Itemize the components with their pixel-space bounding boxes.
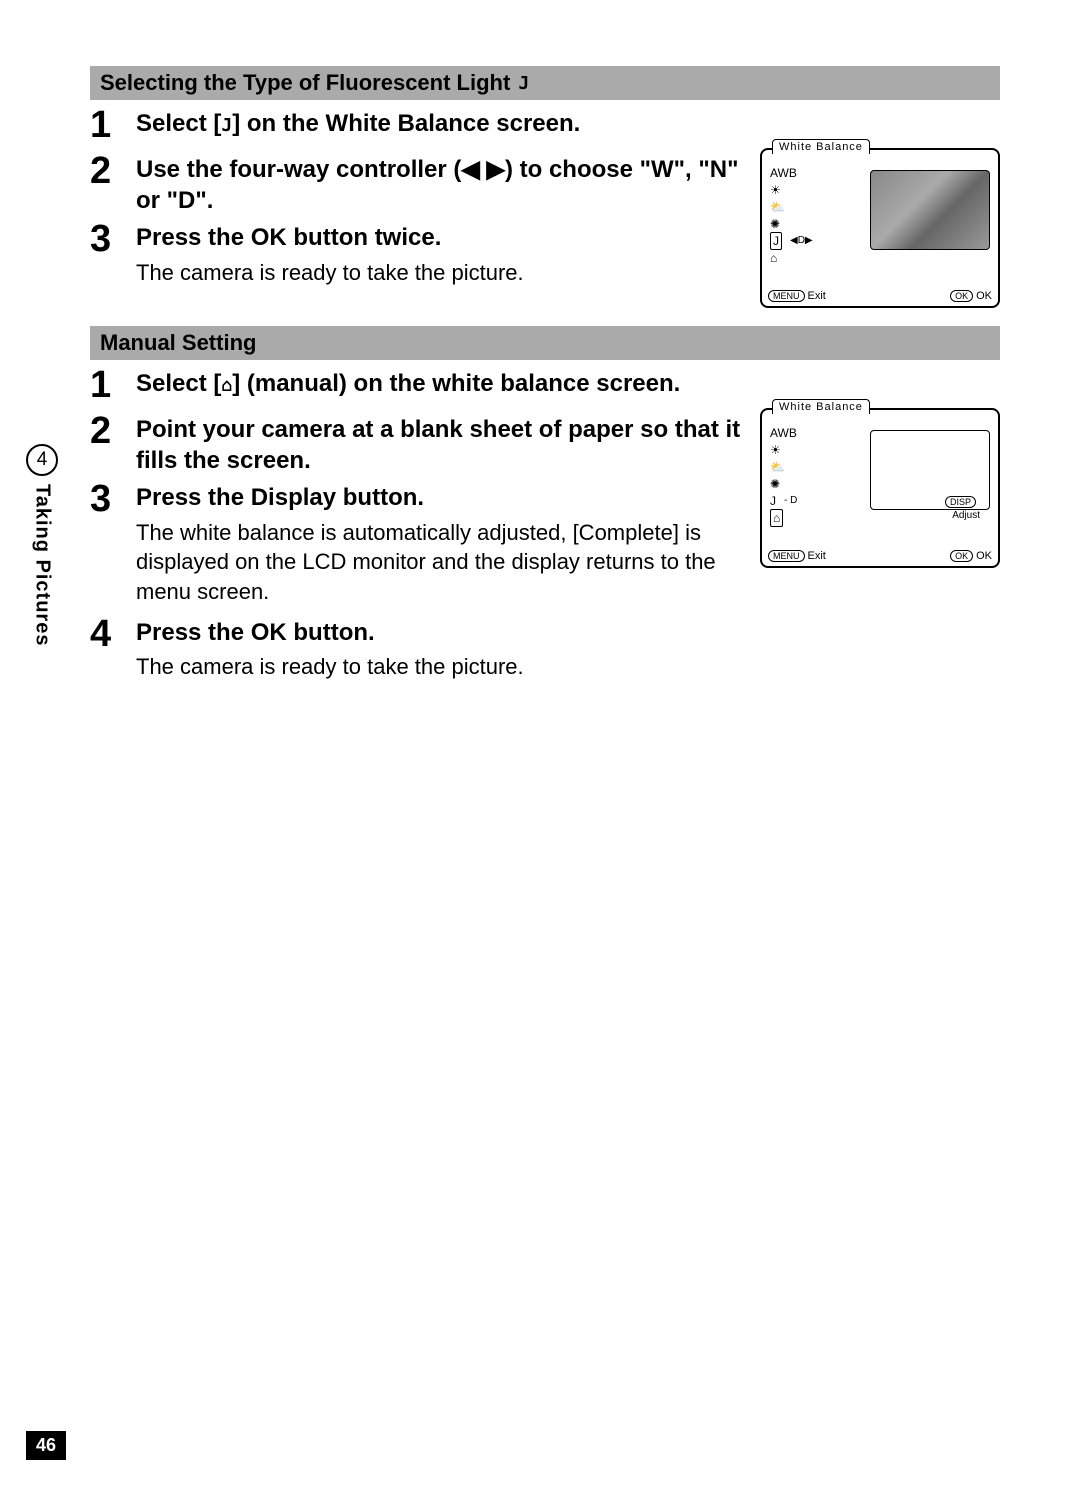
section2-title: Manual Setting [100,330,256,356]
step-1-2: 2 Use the four-way controller (◀ ▶) to c… [90,152,746,216]
step-number: 1 [90,106,118,144]
step-number: 2 [90,412,118,450]
sun-icon: ☀ [770,182,781,198]
exit-label: Exit [808,550,826,562]
shade-icon: ⛅ [770,459,785,475]
figure-tab: White Balance [772,399,870,414]
figure-wb-list: AWB ☀ ⛅ ✺ J ◀D▶ ⌂ [770,164,813,266]
step-block-with-figure-2: 2 Point your camera at a blank sheet of … [90,408,1000,611]
figure-bottom-bar: MENUExit OKOK [768,290,992,302]
fluorescent-icon: J [221,115,232,136]
chapter-number-badge: 4 [26,444,58,476]
figure-tab: White Balance [772,139,870,154]
figure-wb-manual: White Balance AWB ☀ ⛅ ✺ J- D ⌂ DISP Adju… [760,408,1000,568]
step-1-3: 3 Press the OK button twice. The camera … [90,220,746,287]
step-desc: The camera is ready to take the picture. [136,652,1000,682]
manual-icon: ⌂ [770,509,783,527]
page-number: 46 [26,1431,66,1460]
page: Selecting the Type of Fluorescent Light … [0,0,1080,1486]
step-title: Point your camera at a blank sheet of pa… [136,414,746,476]
d-label: - D [784,493,797,509]
section-header-manual: Manual Setting [90,326,1000,360]
step-number: 3 [90,480,118,518]
figure-bottom-bar: MENUExit OKOK [768,550,992,562]
fluorescent-icon: J [770,493,776,509]
chapter-title: Taking Pictures [31,484,54,646]
step-title: Press the OK button twice. [136,222,746,253]
ok-pill: OK [950,290,973,302]
step-desc: The white balance is automatically adjus… [136,518,746,607]
exit-label: Exit [808,290,826,302]
step-title: Press the Display button. [136,482,746,513]
adjust-label: Adjust [952,510,980,521]
figure-wb-list: AWB ☀ ⛅ ✺ J - D ⌂ [770,424,797,526]
disp-pill: DISP [945,496,976,508]
sun-icon: ☀ [770,442,781,458]
fluorescent-icon: J [518,73,529,94]
step-2-4: 4 Press the OK button. The camera is rea… [90,615,1000,682]
step-number: 3 [90,220,118,258]
fluorescent-icon: J [770,232,782,250]
menu-pill: MENU [768,550,805,562]
figure-wb-fluorescent: White Balance AWB ☀ ⛅ ✺ J◀D▶ ⌂ MENUExit … [760,148,1000,308]
step-title: Select [⌂] (manual) on the white balance… [136,368,1000,399]
step-2-3: 3 Press the Display button. The white ba… [90,480,746,606]
ok-label: OK [976,550,992,562]
step-number: 2 [90,152,118,190]
step-title: Press the OK button. [136,617,1000,648]
selected-d-label: ◀D▶ [790,233,813,249]
step-title: Use the four-way controller (◀ ▶) to cho… [136,154,746,216]
ok-pill: OK [950,550,973,562]
tungsten-icon: ✺ [770,216,780,232]
step-number: 4 [90,615,118,653]
shade-icon: ⛅ [770,199,785,215]
step-title: Select [J] on the White Balance screen. [136,108,1000,139]
manual-icon: ⌂ [221,375,232,396]
wb-awb: AWB [770,164,813,181]
menu-pill: MENU [768,290,805,302]
ok-label: OK [976,290,992,302]
wb-awb: AWB [770,424,797,441]
step-2-2: 2 Point your camera at a blank sheet of … [90,412,746,476]
tungsten-icon: ✺ [770,476,780,492]
figure-preview-image [870,170,990,250]
chapter-sidebar: 4 Taking Pictures [26,444,58,646]
section1-title: Selecting the Type of Fluorescent Light [100,70,510,96]
step-block-with-figure-1: 2 Use the four-way controller (◀ ▶) to c… [90,148,1000,308]
manual-icon: ⌂ [770,250,777,266]
step-desc: The camera is ready to take the picture. [136,258,746,288]
section-header-fluorescent: Selecting the Type of Fluorescent Light … [90,66,1000,100]
step-number: 1 [90,366,118,404]
